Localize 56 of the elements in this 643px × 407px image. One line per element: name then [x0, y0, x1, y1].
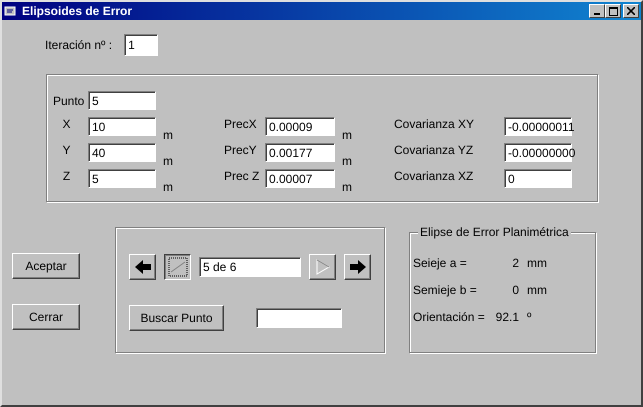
ellipse-label: Semieje b =	[413, 283, 478, 297]
unit-label: m	[162, 128, 174, 142]
point-field[interactable]: 5	[88, 91, 156, 110]
position-field[interactable]: 5 de 6	[199, 257, 301, 277]
close-dialog-button[interactable]: Cerrar	[12, 304, 80, 330]
coordinate-label: Z	[62, 169, 72, 183]
ellipse-value: 0	[511, 283, 519, 297]
precision-field[interactable]: 0.00007	[265, 169, 335, 188]
right-arrow-icon	[348, 259, 366, 275]
search-field[interactable]	[256, 308, 342, 328]
point-label: Punto	[53, 94, 86, 108]
group-title: Elipse de Error Planimétrica	[418, 225, 571, 239]
unit-label: m	[341, 154, 353, 168]
precision-field[interactable]: 0.00009	[265, 117, 335, 136]
left-arrow-icon	[134, 259, 152, 275]
close-icon	[627, 7, 635, 15]
ellipse-label: Seieje a =	[413, 256, 468, 270]
play-icon	[316, 259, 330, 275]
covariance-label: Covarianza XZ	[394, 169, 474, 183]
coordinate-label: X	[61, 117, 72, 131]
precision-label: Prec Z	[224, 169, 260, 183]
coordinate-field[interactable]: 40	[88, 143, 156, 162]
ellipse-unit: mm	[526, 256, 548, 270]
slash-box-icon	[168, 257, 188, 277]
maximize-button[interactable]	[605, 4, 621, 18]
covariance-field[interactable]: -0.00000011	[504, 117, 572, 136]
coordinate-field[interactable]: 10	[88, 117, 156, 136]
ellipse-unit: º	[526, 310, 532, 324]
ellipse-value: 2	[511, 256, 519, 270]
iteration-field[interactable]: 1	[124, 34, 158, 56]
ellipse-label: Orientación =	[413, 310, 486, 324]
precision-label: PrecX	[224, 117, 258, 131]
precision-field[interactable]: 0.00177	[265, 143, 335, 162]
app-icon	[4, 5, 18, 17]
minimize-button[interactable]	[589, 4, 605, 18]
unit-label: m	[162, 180, 174, 194]
unit-label: m	[341, 180, 353, 194]
precision-label: PrecY	[224, 143, 258, 157]
coordinate-label: Y	[61, 143, 72, 157]
covariance-label: Covarianza YZ	[394, 143, 474, 157]
maximize-icon	[608, 6, 618, 16]
unit-label: m	[341, 128, 353, 142]
previous-button[interactable]	[129, 254, 156, 280]
covariance-label: Covarianza XY	[394, 117, 476, 131]
edit-button[interactable]	[164, 254, 191, 280]
accept-button[interactable]: Aceptar	[12, 253, 80, 279]
covariance-field[interactable]: 0	[504, 169, 572, 188]
coordinate-field[interactable]: 5	[88, 169, 156, 188]
window-title: Elipsoides de Error	[22, 4, 134, 18]
ellipse-unit: mm	[526, 283, 548, 297]
unit-label: m	[162, 154, 174, 168]
ellipse-value: 92.1	[494, 310, 519, 324]
iteration-label: Iteración nº :	[45, 38, 112, 52]
next-button[interactable]	[344, 254, 371, 280]
search-point-button[interactable]: Buscar Punto	[129, 305, 224, 331]
close-button[interactable]	[623, 4, 639, 18]
